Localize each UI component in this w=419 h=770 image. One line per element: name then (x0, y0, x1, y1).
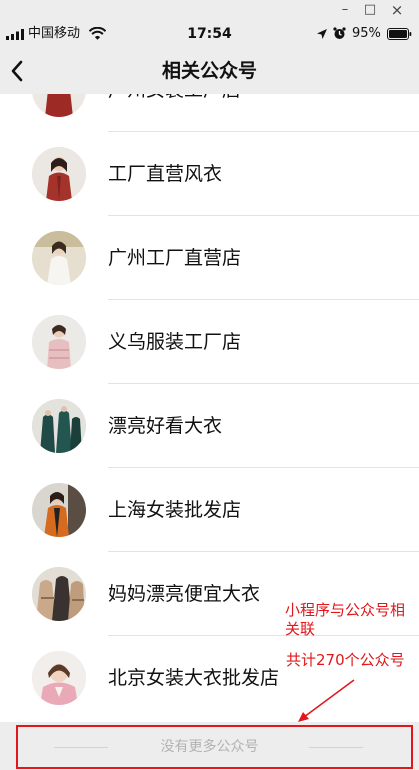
avatar (32, 94, 86, 117)
list-item[interactable]: 广州女装工厂店 (0, 94, 419, 132)
list-item[interactable]: 工厂直营风衣 (0, 132, 419, 216)
avatar (32, 147, 86, 201)
annotation-arrow-icon (298, 679, 355, 722)
avatar-image-red-coat (32, 94, 86, 117)
avatar (32, 651, 86, 705)
status-bar: 中国移动 17:54 95% (0, 20, 419, 48)
avatar-image-orange-coat (32, 483, 86, 537)
list-item[interactable]: 义乌服装工厂店 (0, 300, 419, 384)
avatar-image-white-dress (32, 231, 86, 285)
avatar (32, 483, 86, 537)
avatar-image-pink-vest (32, 315, 86, 369)
list-item[interactable]: 漂亮好看大衣 (0, 384, 419, 468)
avatar (32, 315, 86, 369)
location-icon (317, 29, 327, 39)
avatar-image-red-coat (32, 147, 86, 201)
page-title: 相关公众号 (161, 60, 257, 82)
annotation-count: 共计270个公众号 (286, 651, 405, 669)
account-name: 上海女装批发店 (108, 499, 242, 521)
list-item[interactable]: 上海女装批发店 (0, 468, 419, 552)
annotation-highlight-box (16, 725, 413, 769)
minimize-button[interactable]: – (332, 1, 358, 19)
account-name: 广州女装工厂店 (108, 94, 241, 104)
close-button[interactable]: × (384, 1, 410, 19)
avatar-image-beige-coats (32, 567, 86, 621)
maximize-button[interactable]: □ (357, 1, 383, 19)
battery-icon (387, 28, 412, 40)
window-titlebar: – □ × (0, 0, 419, 20)
avatar (32, 231, 86, 285)
avatar (32, 399, 86, 453)
account-name: 妈妈漂亮便宜大衣 (108, 583, 261, 605)
account-name: 广州工厂直营店 (108, 247, 242, 269)
battery-percent: 95% (352, 26, 381, 41)
account-name: 北京女装大衣批发店 (108, 667, 280, 689)
annotation-note: 小程序与公众号相关联 (285, 601, 406, 638)
avatar-image-pink-jacket (32, 651, 86, 705)
avatar (32, 567, 86, 621)
avatar-image-green-coats (32, 399, 86, 453)
account-name: 工厂直营风衣 (108, 163, 223, 185)
nav-bar: 相关公众号 (0, 48, 419, 94)
alarm-icon (333, 27, 346, 39)
account-name: 义乌服装工厂店 (108, 331, 242, 353)
account-name: 漂亮好看大衣 (108, 415, 223, 437)
list-item[interactable]: 广州工厂直营店 (0, 216, 419, 300)
